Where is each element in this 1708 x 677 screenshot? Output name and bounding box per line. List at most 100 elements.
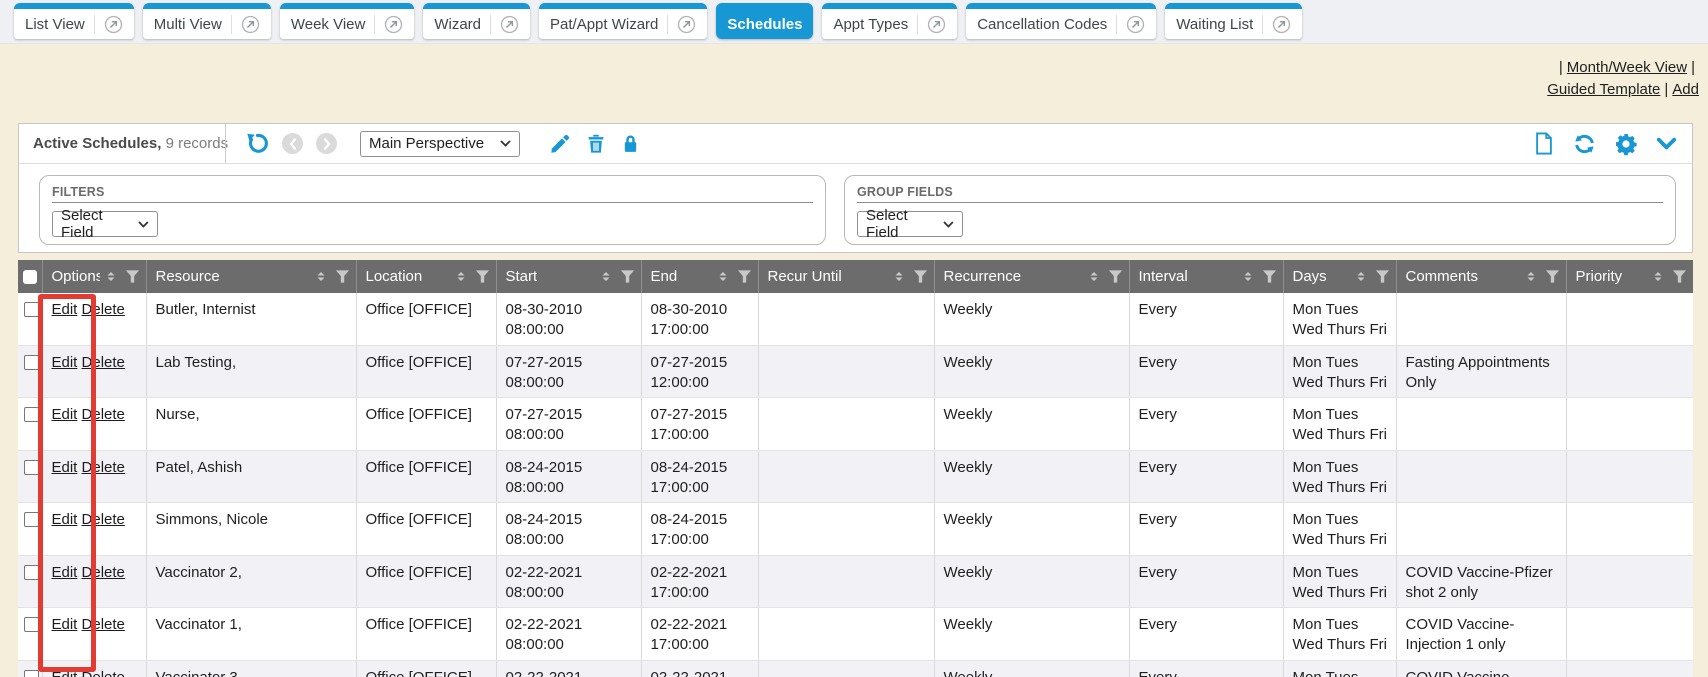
tab-launch-button[interactable]: [374, 15, 403, 34]
column-header-end[interactable]: End: [641, 260, 758, 293]
filter-funnel-icon[interactable]: [1262, 270, 1277, 283]
filter-funnel-icon[interactable]: [737, 270, 752, 283]
delete-perspective-button[interactable]: [585, 132, 607, 155]
sort-icon[interactable]: [1354, 270, 1368, 283]
column-header-priority[interactable]: Priority: [1566, 260, 1693, 293]
column-header-resource[interactable]: Resource: [146, 260, 356, 293]
tab-schedules[interactable]: Schedules: [716, 3, 813, 39]
tab-launch-button[interactable]: [94, 15, 123, 34]
column-header-options[interactable]: Options: [42, 260, 146, 293]
edit-link[interactable]: Edit: [52, 511, 78, 528]
tab-launch-button[interactable]: [1116, 15, 1145, 34]
sort-icon[interactable]: [314, 270, 328, 283]
tab-waiting-list[interactable]: Waiting List: [1165, 3, 1302, 39]
edit-link[interactable]: Edit: [52, 616, 78, 633]
row-checkbox[interactable]: [24, 302, 39, 317]
tab-week-view[interactable]: Week View: [280, 3, 414, 39]
delete-link[interactable]: Delete: [82, 301, 125, 318]
tab-pat-appt-wizard[interactable]: Pat/Appt Wizard: [539, 3, 707, 39]
nav-back-button[interactable]: [282, 133, 303, 154]
row-checkbox[interactable]: [24, 512, 39, 527]
tab-launch-button[interactable]: [917, 15, 946, 34]
row-checkbox[interactable]: [24, 355, 39, 370]
column-header-label: Recur Until: [768, 268, 842, 285]
add-link[interactable]: Add: [1672, 81, 1699, 98]
delete-link[interactable]: Delete: [82, 616, 125, 633]
sort-icon[interactable]: [1241, 270, 1255, 283]
edit-perspective-button[interactable]: [549, 132, 572, 155]
row-checkbox[interactable]: [24, 670, 39, 677]
nav-forward-button[interactable]: [316, 133, 337, 154]
settings-button[interactable]: [1614, 132, 1638, 156]
column-header-recurrence[interactable]: Recurrence: [934, 260, 1129, 293]
filter-funnel-icon[interactable]: [913, 270, 928, 283]
tab-cancellation-codes[interactable]: Cancellation Codes: [966, 3, 1156, 39]
filters-field-select[interactable]: Select Field: [52, 211, 158, 237]
tab-launch-button[interactable]: [667, 15, 696, 34]
perspective-select[interactable]: Main Perspective: [360, 131, 520, 157]
edit-link[interactable]: Edit: [52, 354, 78, 371]
resource-cell: Lab Testing,: [146, 345, 356, 398]
column-header-location[interactable]: Location: [356, 260, 496, 293]
edit-link[interactable]: Edit: [52, 564, 78, 581]
resource-cell: Vaccinator 2,: [146, 555, 356, 608]
filter-funnel-icon[interactable]: [1672, 270, 1687, 283]
lock-perspective-button[interactable]: [620, 132, 641, 155]
row-checkbox[interactable]: [24, 617, 39, 632]
sort-icon[interactable]: [716, 270, 730, 283]
select-all-checkbox[interactable]: [23, 270, 37, 284]
column-header-days[interactable]: Days: [1283, 260, 1396, 293]
refresh-button[interactable]: [1572, 132, 1597, 156]
filter-funnel-icon[interactable]: [1545, 270, 1560, 283]
undo-button[interactable]: [244, 131, 269, 156]
sort-icon[interactable]: [1087, 270, 1101, 283]
sort-icon[interactable]: [599, 270, 613, 283]
edit-link[interactable]: Edit: [52, 669, 78, 677]
filter-funnel-icon[interactable]: [335, 270, 350, 283]
new-document-button[interactable]: [1533, 131, 1555, 156]
guided-template-link[interactable]: Guided Template: [1547, 81, 1660, 98]
location-cell: Office [OFFICE]: [356, 345, 496, 398]
edit-link[interactable]: Edit: [52, 301, 78, 318]
tab-list-view[interactable]: List View: [14, 3, 134, 39]
edit-link[interactable]: Edit: [52, 406, 78, 423]
filter-funnel-icon[interactable]: [1375, 270, 1390, 283]
tab-multi-view[interactable]: Multi View: [143, 3, 271, 39]
delete-link[interactable]: Delete: [82, 669, 125, 677]
month-week-view-link[interactable]: Month/Week View: [1567, 59, 1687, 76]
tab-launch-button[interactable]: [490, 15, 519, 34]
delete-link[interactable]: Delete: [82, 564, 125, 581]
column-header-comments[interactable]: Comments: [1396, 260, 1566, 293]
sort-icon[interactable]: [1651, 270, 1665, 283]
launch-icon: [927, 15, 946, 34]
column-header-recur-until[interactable]: Recur Until: [758, 260, 934, 293]
options-cell: Edit Delete: [42, 608, 146, 661]
column-header-start[interactable]: Start: [496, 260, 641, 293]
delete-link[interactable]: Delete: [82, 354, 125, 371]
sort-icon[interactable]: [892, 270, 906, 283]
tab-appt-types[interactable]: Appt Types: [822, 3, 957, 39]
sort-icon[interactable]: [104, 270, 118, 283]
filter-funnel-icon[interactable]: [475, 270, 490, 283]
tab-launch-button[interactable]: [231, 15, 260, 34]
tab-wizard[interactable]: Wizard: [423, 3, 530, 39]
sort-icon[interactable]: [1524, 270, 1538, 283]
delete-link[interactable]: Delete: [82, 511, 125, 528]
table-row: Edit Delete Vaccinator 3, Office [OFFICE…: [18, 660, 1693, 677]
row-checkbox[interactable]: [24, 407, 39, 422]
row-checkbox[interactable]: [24, 565, 39, 580]
filter-funnel-icon[interactable]: [620, 270, 635, 283]
sort-icon[interactable]: [454, 270, 468, 283]
collapse-panel-button[interactable]: [1655, 134, 1678, 154]
interval-cell: Every: [1129, 293, 1283, 345]
group-fields-select[interactable]: Select Field: [857, 211, 963, 237]
edit-link[interactable]: Edit: [52, 459, 78, 476]
filter-funnel-icon[interactable]: [1108, 270, 1123, 283]
delete-link[interactable]: Delete: [82, 459, 125, 476]
delete-link[interactable]: Delete: [82, 406, 125, 423]
row-checkbox[interactable]: [24, 460, 39, 475]
tab-launch-button[interactable]: [1262, 15, 1291, 34]
column-header-interval[interactable]: Interval: [1129, 260, 1283, 293]
end-cell: 02-22-2021 17:00:00: [641, 555, 758, 608]
filter-funnel-icon[interactable]: [125, 270, 140, 283]
